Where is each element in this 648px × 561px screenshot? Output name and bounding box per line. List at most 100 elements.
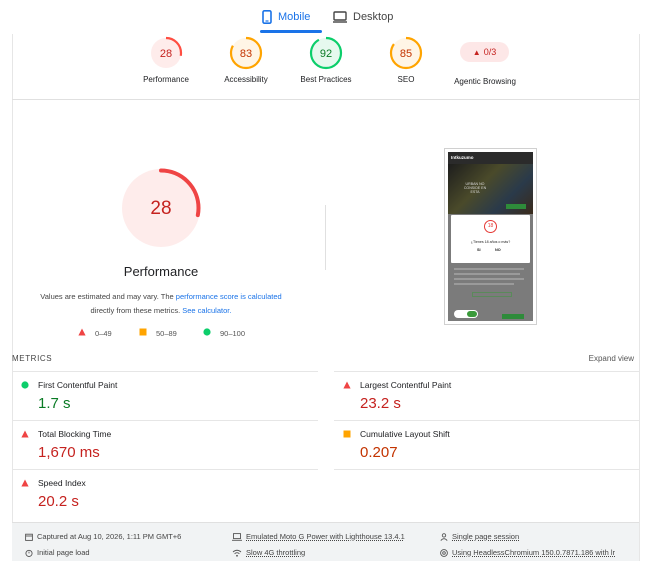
browser-text: Using HeadlessChromium 150.0.7871.186 wi… xyxy=(452,548,616,557)
see-calculator-link[interactable]: See calculator. xyxy=(182,306,231,315)
metrics-heading: METRICS xyxy=(12,354,53,363)
screenshot-hero-text: URBAN NO CONSIDE EN ESTA xyxy=(463,182,487,194)
screenshot-brand: Intkuzumo xyxy=(451,155,474,160)
note-text-2: directly from these metrics. xyxy=(90,306,181,315)
screenshot-footer-button xyxy=(502,314,524,319)
person-icon xyxy=(440,532,448,541)
metric-name: Total Blocking Time xyxy=(38,429,112,439)
initial-load-text: Initial page load xyxy=(37,548,90,557)
gauge-label: SEO xyxy=(397,75,415,84)
square-icon xyxy=(139,328,147,338)
gauge-ring: 28 xyxy=(149,36,183,70)
screenshot-hero-button xyxy=(506,204,526,209)
circle-icon xyxy=(21,381,29,389)
vertical-divider xyxy=(325,205,326,270)
circle-icon xyxy=(203,328,211,338)
device-tabs: Mobile Desktop xyxy=(0,0,648,34)
triangle-icon xyxy=(21,430,29,438)
initial-page-load: Initial page load xyxy=(25,548,90,557)
captured-at: Captured at Aug 10, 2026, 1:11 PM GMT+6 xyxy=(25,532,181,541)
metric-name: Speed Index xyxy=(38,478,86,488)
category-gauges: 28 Performance 83 Accessibility 92 Best … xyxy=(12,34,639,100)
metric-first-contentful-paint: First Contentful Paint 1.7 s xyxy=(12,371,318,420)
legend-fail-label: 0–49 xyxy=(95,328,112,338)
gauge-seo[interactable]: 85 SEO xyxy=(361,36,451,84)
gauge-label: Best Practices xyxy=(300,75,352,84)
svg-text:28: 28 xyxy=(160,48,172,60)
triangle-warning-icon: ▲ xyxy=(472,47,481,57)
captured-at-text: Captured at Aug 10, 2026, 1:11 PM GMT+6 xyxy=(37,532,182,541)
gauge-performance[interactable]: 28 Performance xyxy=(121,36,211,84)
svg-text:85: 85 xyxy=(400,48,412,60)
modal-yes: SI xyxy=(477,248,481,252)
metric-name: Largest Contentful Paint xyxy=(360,380,452,390)
calendar-icon xyxy=(25,533,33,541)
agentic-browsing-label: Agentic Browsing xyxy=(454,77,516,86)
section-divider xyxy=(12,99,639,100)
legend-average: 50–89 xyxy=(139,328,177,338)
performance-title: Performance xyxy=(123,264,199,279)
metric-value: 1.7 s xyxy=(38,395,71,412)
smartphone-icon xyxy=(262,10,272,24)
note-text-1: Values are estimated and may vary. The xyxy=(40,292,174,301)
performance-score-link[interactable]: performance score is calculated xyxy=(176,292,282,301)
score-legend: 0–49 50–89 90–100 xyxy=(76,328,266,340)
gauge-ring: 83 xyxy=(229,36,263,70)
tab-desktop-label: Desktop xyxy=(353,11,394,23)
screenshot-text-line xyxy=(454,283,514,285)
legend-pass-label: 90–100 xyxy=(220,328,246,338)
svg-text:83: 83 xyxy=(240,48,252,60)
metric-name: First Contentful Paint xyxy=(38,380,118,390)
runtime-settings: Captured at Aug 10, 2026, 1:11 PM GMT+6 … xyxy=(12,522,639,561)
timer-icon xyxy=(25,549,33,557)
desktop-icon xyxy=(333,11,347,23)
throttling-text: Slow 4G throttling xyxy=(246,548,306,557)
final-screenshot[interactable]: Intkuzumo URBAN NO CONSIDE EN ESTA 18 ¿T… xyxy=(444,148,537,325)
network-throttling[interactable]: Slow 4G throttling xyxy=(232,548,305,557)
metric-name: Cumulative Layout Shift xyxy=(360,429,450,439)
active-tab-indicator xyxy=(260,30,322,33)
panel-border-right xyxy=(639,34,640,561)
metric-value: 20.2 s xyxy=(38,493,79,510)
metric-total-blocking-time: Total Blocking Time 1,670 ms xyxy=(12,420,318,469)
metric-speed-index: Speed Index 20.2 s xyxy=(12,469,318,518)
metric-largest-contentful-paint: Largest Contentful Paint 23.2 s xyxy=(334,371,640,420)
expand-view-button[interactable]: Expand view xyxy=(589,354,634,363)
gauge-ring: 92 xyxy=(309,36,343,70)
session-text: Single page session xyxy=(452,532,520,541)
screenshot-toggle-knob xyxy=(467,311,477,317)
gauge-ring: 85 xyxy=(389,36,423,70)
metric-value: 23.2 s xyxy=(360,395,401,412)
wifi-icon xyxy=(232,549,242,557)
age-gate-modal: 18 ¿Tienes 18 años o más? SI NO xyxy=(451,215,530,263)
emulated-device[interactable]: Emulated Moto G Power with Lighthouse 13… xyxy=(232,532,405,541)
tab-desktop[interactable]: Desktop xyxy=(333,0,393,34)
modal-question: ¿Tienes 18 años o más? xyxy=(470,240,511,244)
modal-no: NO xyxy=(495,248,501,252)
triangle-icon xyxy=(21,479,29,487)
triangle-icon xyxy=(343,381,351,389)
modal-age-icon: 18 xyxy=(484,220,497,233)
performance-score: 28 xyxy=(150,198,171,219)
screenshot-text-line xyxy=(454,268,524,270)
triangle-icon xyxy=(78,328,86,338)
tab-mobile[interactable]: Mobile xyxy=(262,0,310,34)
gauge-best-practices[interactable]: 92 Best Practices xyxy=(281,36,371,84)
metric-separator xyxy=(334,469,640,470)
tab-mobile-label: Mobile xyxy=(278,11,311,23)
score-note: Values are estimated and may vary. The p… xyxy=(28,290,294,318)
single-page-session[interactable]: Single page session xyxy=(440,532,519,541)
gauge-label: Performance xyxy=(143,75,189,84)
agentic-browsing-badge[interactable]: ▲ 0/3 xyxy=(460,42,509,62)
gauge-label: Accessibility xyxy=(224,75,268,84)
screenshot-text-line xyxy=(454,273,520,275)
gauge-accessibility[interactable]: 83 Accessibility xyxy=(201,36,291,84)
svg-text:92: 92 xyxy=(320,48,332,60)
browser-version[interactable]: Using HeadlessChromium 150.0.7871.186 wi… xyxy=(440,548,615,557)
agentic-badge-value: 0/3 xyxy=(483,47,497,57)
legend-fail: 0–49 xyxy=(78,328,112,338)
screenshot-button xyxy=(472,292,512,297)
metric-value: 1,670 ms xyxy=(38,444,100,461)
legend-pass: 90–100 xyxy=(203,328,245,338)
screenshot-text-line xyxy=(454,278,524,280)
